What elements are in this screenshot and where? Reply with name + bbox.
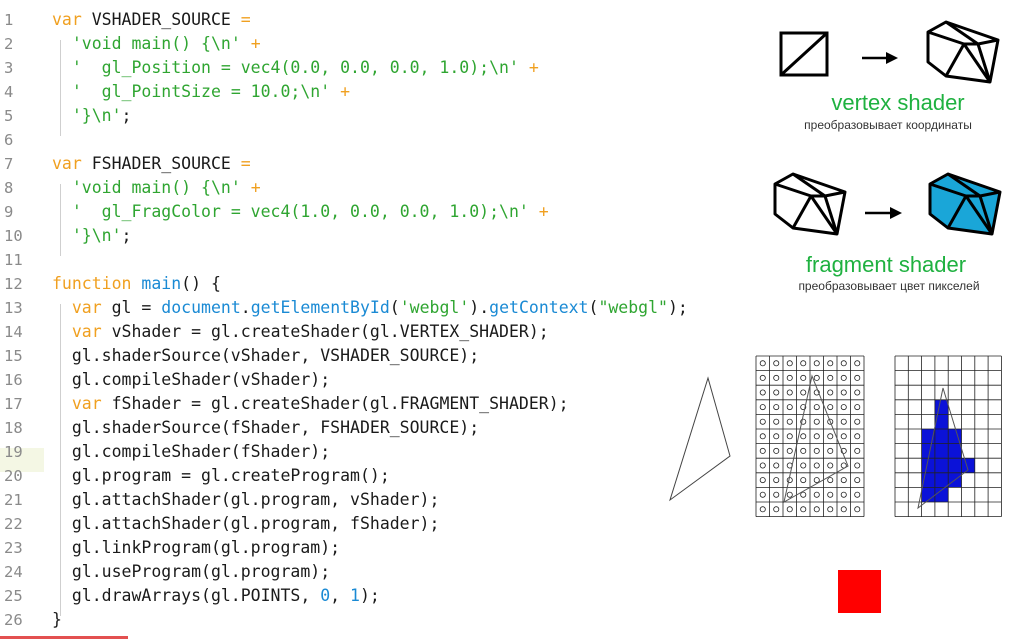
wireframe-cube-icon: [773, 172, 847, 236]
arrow-icon: [865, 207, 902, 219]
fragment-shader-title: fragment shader: [805, 252, 967, 277]
triangle-outline-icon: [669, 376, 731, 502]
wireframe-cube-icon: [926, 20, 1000, 84]
red-point-square: [838, 570, 881, 613]
arrow-icon: [862, 52, 898, 64]
vertex-shader-subtitle: преобразовывает координаты: [804, 118, 972, 132]
fragment-shader-subtitle: преобразовывает цвет пикселей: [798, 279, 980, 293]
filled-cube-icon: [928, 172, 1002, 236]
pixel-grid-icon: [755, 355, 865, 517]
triangle-square-icon: [779, 31, 829, 77]
rasterized-grid-icon: [894, 355, 1002, 517]
vertex-shader-title: vertex shader: [831, 90, 965, 115]
